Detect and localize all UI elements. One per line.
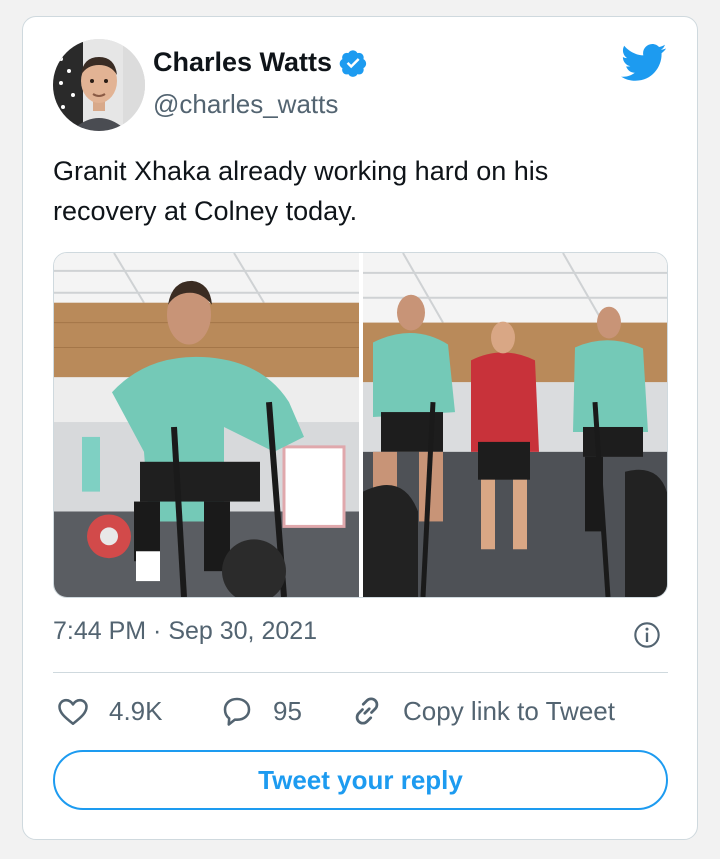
copy-link-button[interactable]: Copy link to Tweet [349,693,615,729]
tweet-card: Charles Watts @charles_watts Granit Xhak… [22,16,698,840]
copy-link-label: Copy link to Tweet [403,695,615,726]
reply-action[interactable]: 95 [219,693,302,729]
media-grid[interactable] [53,252,668,598]
photo-xhaka-bike[interactable] [54,253,359,597]
info-icon[interactable] [633,621,661,649]
author-name[interactable]: Charles Watts [153,47,332,78]
author-name-row: Charles Watts [153,47,368,78]
tweet-timestamp[interactable]: 7:44 PM · Sep 30, 2021 [53,617,317,646]
tweet-text: Granit Xhaka already working hard on his… [53,156,549,226]
avatar[interactable] [53,39,145,131]
tweet-your-reply-button[interactable]: Tweet your reply [53,750,668,810]
speech-bubble-icon [223,697,251,726]
twitter-bird-icon[interactable] [621,43,667,83]
divider [53,672,668,673]
author-handle[interactable]: @charles_watts [153,89,338,120]
reply-count: 95 [273,695,302,726]
photo-training-group[interactable] [363,253,667,597]
verified-badge-icon [338,48,368,78]
heart-icon [58,698,88,726]
link-icon [355,697,379,725]
like-count: 4.9K [109,695,163,726]
like-button[interactable]: 4.9K [55,693,163,729]
